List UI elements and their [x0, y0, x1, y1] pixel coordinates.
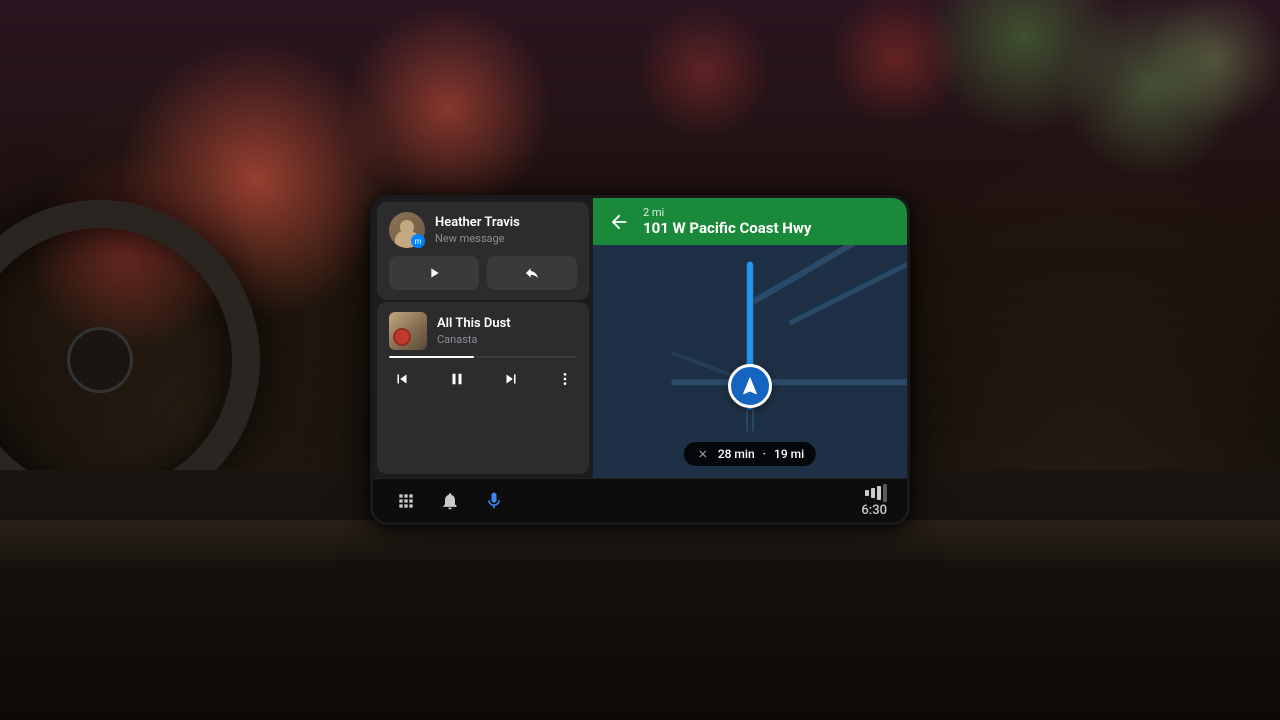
skip-previous-icon [393, 370, 411, 388]
music-card: All This Dust Canasta [377, 302, 589, 474]
mic-icon [484, 491, 504, 511]
more-options-button[interactable] [553, 367, 577, 391]
contact-row: m Heather Travis New message [389, 212, 577, 248]
signal-bar-3 [877, 486, 881, 500]
main-area: m Heather Travis New message [373, 198, 907, 478]
eta-distance: 19 mi [774, 447, 804, 461]
message-actions [389, 256, 577, 290]
song-details: All This Dust Canasta [437, 316, 577, 346]
contact-info: Heather Travis New message [435, 215, 577, 245]
bottom-bar: 6:30 [373, 478, 907, 522]
time-display: 6:30 [861, 503, 887, 518]
messenger-icon: m [414, 237, 421, 246]
nav-banner: 2 mi 101 W Pacific Coast Hwy [593, 198, 907, 245]
close-icon [697, 448, 709, 460]
bell-icon [440, 491, 460, 511]
dashboard-ridge [0, 520, 1280, 560]
reply-button[interactable] [487, 256, 577, 290]
status-area: 6:30 [861, 484, 887, 518]
bottom-left-icons [393, 488, 507, 514]
message-preview: New message [435, 232, 577, 245]
voice-button[interactable] [481, 488, 507, 514]
prev-track-button[interactable] [389, 366, 415, 392]
nav-distance: 2 mi [643, 206, 895, 219]
left-panel: m Heather Travis New message [373, 198, 593, 478]
artist-name: Canasta [437, 333, 577, 346]
turn-left-icon [605, 208, 633, 236]
avatar-wrapper: m [389, 212, 425, 248]
nav-street: 101 W Pacific Coast Hwy [643, 219, 895, 237]
eta-time: 28 min [718, 447, 755, 461]
song-title: All This Dust [437, 316, 577, 332]
map-panel[interactable]: 2 mi 101 W Pacific Coast Hwy [593, 198, 907, 478]
album-art [389, 312, 427, 350]
display-bezel: m Heather Travis New message [370, 195, 910, 525]
display-screen: m Heather Travis New message [373, 198, 907, 522]
pause-button[interactable] [444, 366, 470, 392]
pause-icon [448, 370, 466, 388]
eta-separator: · [763, 447, 766, 461]
progress-bar [389, 356, 577, 358]
more-vert-icon [557, 371, 573, 387]
nav-info: 2 mi 101 W Pacific Coast Hwy [643, 206, 895, 237]
signal-bar-1 [865, 490, 869, 496]
notification-button[interactable] [437, 488, 463, 514]
apps-button[interactable] [393, 488, 419, 514]
location-marker [728, 364, 772, 408]
skip-next-icon [502, 370, 520, 388]
message-card: m Heather Travis New message [377, 202, 589, 300]
music-info-row: All This Dust Canasta [389, 312, 577, 350]
turn-arrow-icon [608, 211, 630, 233]
play-icon [426, 265, 442, 281]
signal-bar-2 [871, 488, 875, 498]
signal-indicator [865, 484, 887, 502]
contact-name: Heather Travis [435, 215, 577, 231]
messenger-badge: m [411, 234, 425, 248]
apps-grid-icon [396, 491, 416, 511]
signal-bar-4 [883, 484, 887, 502]
close-eta-button[interactable] [696, 447, 710, 461]
android-auto-display: m Heather Travis New message [370, 195, 910, 525]
next-track-button[interactable] [498, 366, 524, 392]
eta-chip[interactable]: 28 min · 19 mi [684, 442, 816, 466]
music-controls [389, 366, 577, 392]
play-button[interactable] [389, 256, 479, 290]
navigation-arrow-icon [739, 375, 761, 397]
progress-fill [389, 356, 474, 358]
reply-icon [524, 265, 540, 281]
